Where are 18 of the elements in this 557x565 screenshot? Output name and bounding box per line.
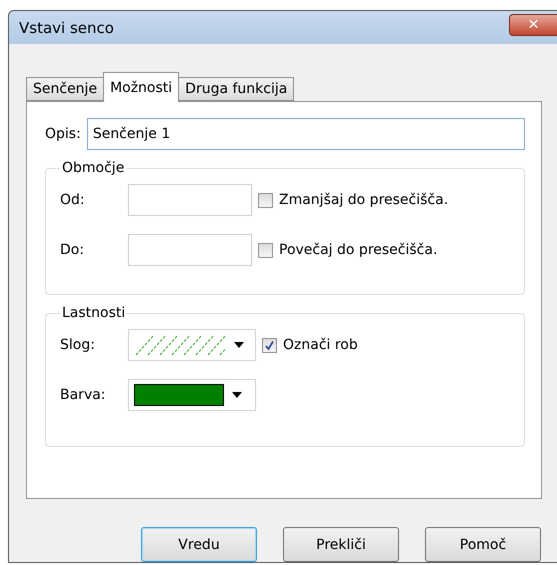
tab[interactable]: Možnosti	[103, 72, 180, 102]
field-label: Opis:	[45, 126, 81, 142]
checkbox-label: Zmanjšaj do presečišča.	[279, 192, 448, 208]
group-title: Lastnosti	[61, 305, 126, 321]
dialog-button[interactable]: Vredu	[141, 527, 257, 562]
group-title: Območje	[61, 160, 126, 176]
tab[interactable]: Druga funkcija	[178, 77, 294, 101]
field-label: Slog:	[60, 337, 96, 353]
dialog-button[interactable]: Pomoč	[425, 527, 541, 562]
field-label: Od:	[60, 192, 86, 208]
dialog-button[interactable]: Prekliči	[283, 527, 399, 562]
tab[interactable]: Senčenje	[26, 77, 104, 101]
field-label: Barva:	[60, 387, 107, 403]
description-field[interactable]: Senčenje 1	[86, 118, 525, 150]
window-title: Vstavi senco	[19, 18, 114, 36]
checkbox-label: Povečaj do presečišča.	[279, 242, 438, 258]
field-label: Do:	[60, 242, 86, 258]
checkbox-label: Označi rob	[283, 337, 358, 353]
